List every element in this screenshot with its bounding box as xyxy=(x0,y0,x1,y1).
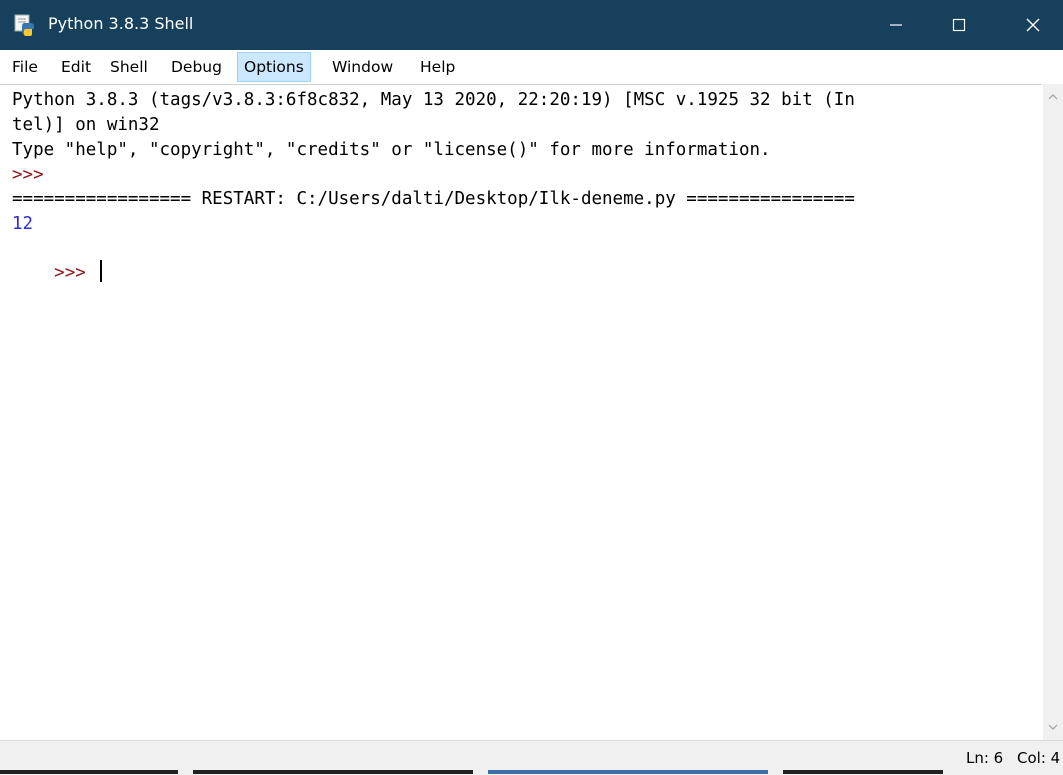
taskbar-segment xyxy=(0,770,178,774)
column-number: Col: 4 xyxy=(1017,749,1061,767)
minimize-icon xyxy=(890,24,902,26)
text-cursor xyxy=(100,260,103,282)
menu-help[interactable]: Help xyxy=(414,52,461,82)
restart-banner: ================= RESTART: C:/Users/dalt… xyxy=(12,189,855,209)
shell-line: tel)] on win32 xyxy=(12,115,160,135)
line-number: Ln: 6 xyxy=(966,749,1004,767)
program-output: 12 xyxy=(12,214,34,234)
menu-debug[interactable]: Debug xyxy=(165,52,228,82)
shell-line: Python 3.8.3 (tags/v3.8.3:6f8c832, May 1… xyxy=(12,90,855,110)
input-line[interactable]: >>> xyxy=(12,240,103,303)
taskbar-segment xyxy=(193,770,473,774)
minimize-button[interactable] xyxy=(866,0,926,50)
scroll-down-button[interactable] xyxy=(1043,718,1063,736)
python-idle-icon xyxy=(14,14,34,36)
vertical-scrollbar[interactable] xyxy=(1043,84,1063,740)
scroll-up-button[interactable] xyxy=(1043,88,1063,106)
chevron-down-icon xyxy=(1048,724,1058,730)
window-title: Python 3.8.3 Shell xyxy=(48,14,194,33)
taskbar-segment xyxy=(488,770,768,774)
menu-shell[interactable]: Shell xyxy=(104,52,154,82)
taskbar-segment xyxy=(783,770,943,774)
title-bar: Python 3.8.3 Shell xyxy=(0,0,1063,50)
shell-text-area[interactable]: Python 3.8.3 (tags/v3.8.3:6f8c832, May 1… xyxy=(0,84,1042,741)
menu-bar: File Edit Shell Debug Options Window Hel… xyxy=(0,50,1063,84)
menu-file[interactable]: File xyxy=(6,52,44,82)
menu-options[interactable]: Options xyxy=(237,52,311,82)
menu-edit[interactable]: Edit xyxy=(55,52,97,82)
close-button[interactable] xyxy=(1003,0,1063,50)
shell-prompt: >>> xyxy=(12,165,44,185)
shell-prompt: >>> xyxy=(54,263,97,283)
maximize-icon xyxy=(952,18,966,32)
close-icon xyxy=(1026,18,1040,32)
menu-window[interactable]: Window xyxy=(326,52,399,82)
maximize-button[interactable] xyxy=(929,0,989,50)
chevron-up-icon xyxy=(1048,94,1058,100)
shell-line: Type "help", "copyright", "credits" or "… xyxy=(12,140,771,160)
